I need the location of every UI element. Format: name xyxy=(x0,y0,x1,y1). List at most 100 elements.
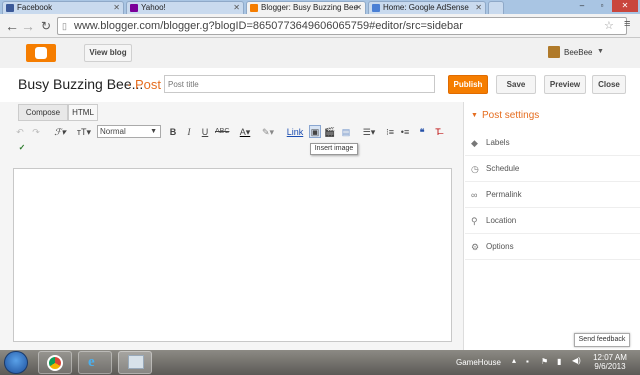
blog-title: Busy Buzzing Bee... xyxy=(18,76,144,92)
tab-label: Blogger: Busy Buzzing Bee xyxy=(261,3,358,12)
bulleted-list-icon[interactable]: •≡ xyxy=(399,126,411,138)
underline-icon[interactable]: U xyxy=(200,126,210,138)
font-size-icon[interactable]: тT▾ xyxy=(74,126,94,138)
post-body-editor[interactable] xyxy=(13,168,452,342)
sidebar-item-location[interactable]: ⚲ Location xyxy=(465,208,640,234)
undo-icon[interactable]: ↶ xyxy=(14,126,26,138)
location-pin-icon: ⚲ xyxy=(471,216,478,226)
chrome-taskbar-button[interactable] xyxy=(38,351,72,374)
sidebar-item-labels[interactable]: ◆ Labels xyxy=(465,130,640,156)
chevron-down-icon: ▼ xyxy=(150,128,157,135)
highlight-icon[interactable]: ✎▾ xyxy=(259,126,277,138)
gamehouse-label[interactable]: GameHouse xyxy=(456,358,501,367)
html-tab[interactable]: HTML xyxy=(68,104,98,121)
network-icon[interactable]: ▮ xyxy=(557,357,561,366)
sidebar-item-label: Labels xyxy=(486,138,510,147)
post-title-input[interactable] xyxy=(164,75,435,93)
format-select-value: Normal xyxy=(100,127,126,136)
gear-icon: ⚙ xyxy=(471,242,480,252)
format-select[interactable]: Normal ▼ xyxy=(97,125,161,138)
quote-icon[interactable]: ❝ xyxy=(416,126,428,138)
app-taskbar-button[interactable] xyxy=(118,351,152,374)
avatar[interactable] xyxy=(548,46,560,58)
tab-label: Facebook xyxy=(17,3,53,12)
close-button[interactable]: Close xyxy=(592,75,626,94)
sidebar-item-permalink[interactable]: ∞ Permalink xyxy=(465,182,640,208)
tab-yahoo[interactable]: Yahoo! ✕ xyxy=(126,1,244,14)
internet-explorer-icon: e xyxy=(88,354,95,370)
remove-format-icon[interactable]: T̶ xyxy=(432,126,444,138)
publish-button[interactable]: Publish xyxy=(448,75,488,94)
close-window-button[interactable]: ✕ xyxy=(612,0,638,12)
tab-label: Home: Google AdSense xyxy=(383,3,469,12)
clock-icon: ◷ xyxy=(471,164,479,174)
tab-blogger[interactable]: Blogger: Busy Buzzing Bee ✕ xyxy=(246,1,366,14)
tab-facebook[interactable]: Facebook ✕ xyxy=(2,1,124,14)
tray-app-icon[interactable]: ▪ xyxy=(526,357,529,366)
minimize-button[interactable]: – xyxy=(572,0,592,12)
chevron-down-icon[interactable]: ▼ xyxy=(597,48,604,55)
sidebar-item-options[interactable]: ⚙ Options xyxy=(465,234,640,260)
text-color-icon[interactable]: A▾ xyxy=(236,126,254,138)
post-settings-title[interactable]: Post settings xyxy=(482,110,539,121)
blogger-logo[interactable] xyxy=(26,44,56,62)
strikethrough-icon[interactable]: ABC xyxy=(215,126,229,138)
yahoo-favicon-icon xyxy=(130,4,138,12)
post-tag: · Post xyxy=(127,77,161,92)
tray-overflow-icon[interactable]: ▴ xyxy=(512,356,516,365)
close-tab-icon[interactable]: ✕ xyxy=(113,2,120,14)
chevron-down-icon[interactable]: ▼ xyxy=(471,112,478,119)
url-input[interactable]: ▯ www.blogger.com/blogger.g?blogID=86507… xyxy=(57,17,627,35)
forward-icon[interactable]: → xyxy=(20,17,36,35)
align-icon[interactable]: ☰▾ xyxy=(360,126,378,138)
compose-tab[interactable]: Compose xyxy=(18,104,68,121)
tab-label: Yahoo! xyxy=(141,3,166,12)
user-name[interactable]: BeeBee xyxy=(564,48,592,57)
url-text: www.blogger.com/blogger.g?blogID=8650773… xyxy=(74,20,463,32)
numbered-list-icon[interactable]: ⁝≡ xyxy=(384,126,396,138)
clock[interactable]: 12:07 AM 9/6/2013 xyxy=(592,353,628,371)
font-family-icon[interactable]: ℱ▾ xyxy=(52,126,68,138)
link-button[interactable]: Link xyxy=(286,126,304,138)
spellcheck-icon[interactable]: ✓ xyxy=(16,142,28,154)
new-tab-button[interactable] xyxy=(488,1,504,14)
jump-break-icon[interactable]: ▤ xyxy=(340,126,352,138)
chrome-menu-icon[interactable]: ≡ xyxy=(624,18,630,30)
volume-icon[interactable]: ◀) xyxy=(572,356,581,365)
italic-icon[interactable]: I xyxy=(184,126,194,138)
maximize-button[interactable]: ▫ xyxy=(592,0,612,12)
close-tab-icon[interactable]: ✕ xyxy=(355,2,362,14)
sidebar-item-schedule[interactable]: ◷ Schedule xyxy=(465,156,640,182)
preview-button[interactable]: Preview xyxy=(544,75,586,94)
reload-icon[interactable]: ↻ xyxy=(38,17,54,35)
save-button[interactable]: Save xyxy=(496,75,536,94)
tag-icon: ◆ xyxy=(471,138,478,148)
send-feedback-button[interactable]: Send feedback xyxy=(574,333,630,347)
tab-adsense[interactable]: Home: Google AdSense ✕ xyxy=(368,1,486,14)
close-tab-icon[interactable]: ✕ xyxy=(233,2,240,14)
clock-date: 9/6/2013 xyxy=(594,362,626,371)
action-center-icon[interactable]: ⚑ xyxy=(541,357,548,366)
bold-icon[interactable]: B xyxy=(168,126,178,138)
start-button[interactable] xyxy=(4,351,28,374)
insert-image-tooltip: Insert image xyxy=(310,143,358,155)
back-icon[interactable]: ← xyxy=(4,17,20,35)
sidebar-item-label: Options xyxy=(486,242,514,251)
close-tab-icon[interactable]: ✕ xyxy=(475,2,482,14)
view-blog-button[interactable]: View blog xyxy=(84,44,132,62)
insert-image-icon[interactable]: ▣ xyxy=(309,125,321,138)
sidebar-item-label: Permalink xyxy=(486,190,522,199)
facebook-favicon-icon xyxy=(6,4,14,12)
link-chain-icon: ∞ xyxy=(471,190,478,200)
page-icon: ▯ xyxy=(62,21,67,31)
insert-video-icon[interactable]: 🎬 xyxy=(324,126,336,138)
sidebar-item-label: Location xyxy=(486,216,517,225)
redo-icon[interactable]: ↷ xyxy=(30,126,42,138)
sidebar-item-label: Schedule xyxy=(486,164,520,173)
blogger-favicon-icon xyxy=(250,4,258,12)
clock-time: 12:07 AM xyxy=(593,353,627,362)
ie-taskbar-button[interactable]: e xyxy=(78,351,112,374)
bookmark-star-icon[interactable]: ☆ xyxy=(604,19,614,32)
adsense-favicon-icon xyxy=(372,4,380,12)
chrome-icon xyxy=(47,355,63,371)
